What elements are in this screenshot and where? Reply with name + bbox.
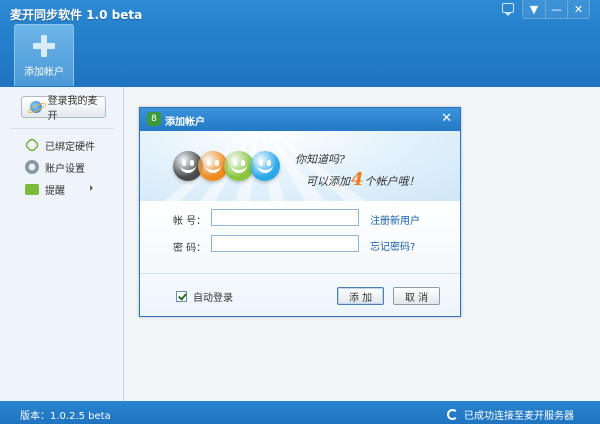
dialog-title-bar: 8 添加帐户 ✕	[140, 108, 460, 131]
app-title: 麦开同步软件 1.0 beta	[10, 8, 143, 22]
browser-icon	[30, 101, 42, 113]
dialog-banner: 你知道吗? 可以添加 4 个帐户哦！	[140, 131, 460, 201]
app-logo-icon: 8	[147, 112, 161, 126]
status-bar: 版本：1.0.2.5 beta 已成功连接至麦开服务器	[0, 401, 600, 424]
sidebar-item-reminders[interactable]: 提醒	[25, 179, 93, 197]
menu-dropdown-button[interactable]: ▼	[523, 0, 545, 18]
window-controls: ▼ — ✕	[522, 0, 590, 19]
sidebar-item-label: 账户设置	[45, 163, 85, 175]
app-window: 麦开同步软件 1.0 beta ▼ — ✕ 添加帐户 登录我的麦开 已绑定硬件 …	[0, 0, 600, 424]
add-button[interactable]: 添 加	[337, 287, 384, 305]
add-account-tab-label: 添加帐户	[24, 67, 64, 78]
speech-bubble-icon	[25, 179, 39, 195]
forgot-password-link[interactable]: 忘记密码?	[370, 238, 415, 253]
cancel-button[interactable]: 取 消	[393, 287, 440, 305]
auto-login-label: 自动登录	[193, 293, 233, 304]
banner-question: 你知道吗?	[295, 153, 345, 166]
account-label: 帐 号：	[173, 216, 207, 227]
plus-icon	[33, 35, 55, 57]
sidebar-item-bound-hardware[interactable]: 已绑定硬件	[24, 137, 95, 153]
minimize-button[interactable]: —	[545, 0, 567, 18]
chevron-right-icon	[90, 185, 93, 191]
version-label: 版本：1.0.2.5 beta	[20, 411, 111, 422]
register-link[interactable]: 注册新用户	[370, 212, 420, 227]
dialog-divider	[140, 273, 460, 274]
banner-message-suffix: 个帐户哦！	[364, 175, 420, 188]
password-input[interactable]	[211, 235, 359, 252]
password-label: 密 码：	[173, 243, 207, 254]
sidebar-divider	[10, 128, 113, 129]
sidebar-item-label: 提醒	[45, 185, 65, 197]
open-my-maikai-label: 登录我的麦开	[47, 96, 98, 122]
banner-message: 可以添加 4 个帐户哦！	[306, 169, 420, 190]
sidebar-item-account-settings[interactable]: 账户设置	[25, 159, 85, 175]
link-icon	[24, 137, 40, 153]
close-icon[interactable]: ✕	[441, 111, 452, 126]
sidebar-item-label: 已绑定硬件	[45, 141, 95, 153]
open-my-maikai-button[interactable]: 登录我的麦开	[21, 96, 106, 122]
banner-account-count: 4	[351, 169, 364, 190]
add-account-dialog: 8 添加帐户 ✕ 你知道吗? 可以添加 4 个帐户哦！ 帐 号： 注册新用户 密…	[139, 107, 461, 317]
connection-status-text: 已成功连接至麦开服务器	[464, 411, 574, 422]
add-account-tab[interactable]: 添加帐户	[14, 24, 74, 86]
dialog-title: 添加帐户	[165, 117, 205, 128]
sidebar: 登录我的麦开 已绑定硬件 账户设置 提醒	[0, 87, 124, 401]
banner-message-prefix: 可以添加	[306, 175, 350, 188]
title-bar: 麦开同步软件 1.0 beta ▼ — ✕ 添加帐户	[0, 0, 600, 87]
feedback-icon[interactable]	[502, 3, 514, 16]
account-input[interactable]	[211, 209, 359, 226]
connection-status: 已成功连接至麦开服务器	[447, 407, 574, 422]
gear-icon	[25, 160, 39, 174]
close-button[interactable]: ✕	[567, 0, 589, 18]
refresh-icon[interactable]	[447, 409, 458, 420]
smiley-face-icon	[250, 151, 280, 181]
auto-login-checkbox[interactable]	[176, 291, 187, 302]
auto-login-option[interactable]: 自动登录	[176, 289, 233, 304]
